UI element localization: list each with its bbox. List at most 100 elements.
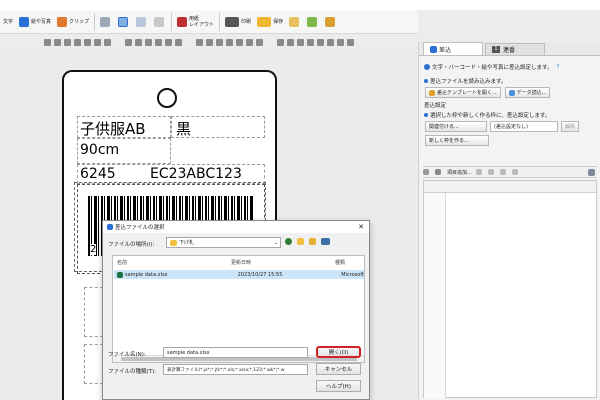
size-text: 90cm — [80, 142, 120, 158]
align-middle-icon[interactable] — [165, 38, 172, 46]
fit-icon[interactable] — [297, 38, 304, 46]
col-date-header[interactable]: 更新日時 — [231, 259, 251, 266]
frame-button[interactable] — [115, 12, 133, 32]
item-tool-icon[interactable] — [475, 169, 482, 175]
snap-icon[interactable] — [317, 38, 324, 46]
print-button[interactable]: 印刷 — [222, 12, 254, 32]
load-file-text: 差込ファイルを読み込みます。 — [430, 79, 507, 85]
new-folder-icon[interactable] — [309, 238, 316, 245]
new-frame-row: 新しく枠を作る... — [419, 135, 600, 146]
location-dropdown[interactable]: 下げ札 ⌄ — [166, 237, 281, 248]
back-icon[interactable] — [226, 38, 233, 46]
layout-button[interactable]: 用紙 レイアウト — [174, 12, 217, 32]
bullet-icon — [424, 79, 428, 83]
add-item-icon[interactable] — [435, 169, 441, 175]
load-buttons: 差込テンプレートを開く... データ読込... — [419, 87, 600, 98]
align-bottom-icon[interactable] — [175, 38, 182, 46]
grid-button[interactable] — [97, 12, 115, 32]
open-button[interactable]: 開く(O) — [316, 346, 361, 358]
guide-icon[interactable] — [337, 38, 344, 46]
new-frame-button[interactable]: 新しく枠を作る... — [425, 135, 489, 146]
filename-input[interactable]: sample data.xlsx — [163, 347, 308, 358]
load-data-button[interactable]: データ読込... — [504, 87, 551, 98]
save-button[interactable]: 保存 — [254, 12, 286, 32]
view-menu-icon[interactable] — [321, 238, 330, 245]
filename-value: sample data.xlsx — [167, 349, 210, 356]
data-grid[interactable] — [423, 180, 597, 398]
release-button[interactable]: 解除 — [561, 121, 580, 132]
undo-item-icon[interactable] — [423, 169, 429, 175]
tab-merge[interactable]: 差込 — [423, 42, 483, 55]
rotate-icon[interactable] — [236, 38, 243, 46]
cancel-button[interactable]: キャンセル — [316, 363, 361, 375]
properties-icon[interactable] — [347, 38, 354, 46]
flip-icon[interactable] — [246, 38, 253, 46]
new-frame-label: 新しく枠を作る... — [429, 138, 469, 144]
settings-button[interactable] — [322, 12, 340, 32]
associate-button[interactable]: 関連付ける... — [425, 121, 487, 132]
copy-icon[interactable] — [74, 38, 81, 46]
merge-setting-value: (差込設定なし) — [494, 124, 528, 130]
cut-icon[interactable] — [64, 38, 71, 46]
item-tool-icon[interactable] — [511, 169, 518, 175]
settings-header: 差込設定 — [424, 103, 447, 109]
share-button[interactable] — [304, 12, 322, 32]
filetype-dropdown[interactable]: 表計算ファイル(*.js*;*.jfc*;*.xls;*.xlsx;*.123;… — [163, 364, 308, 375]
delete-icon[interactable] — [94, 38, 101, 46]
redo-icon[interactable] — [54, 38, 61, 46]
layout-label: 用紙 レイアウト — [189, 15, 215, 28]
grid-view-icon[interactable] — [588, 168, 595, 176]
filetype-label: ファイルの種類(T): — [108, 369, 157, 375]
associate-label: 関連付ける... — [429, 124, 459, 130]
open-template-button[interactable]: 差込テンプレートを開く... — [425, 87, 501, 98]
filename-label: ファイル名(N): — [108, 352, 146, 358]
export-button[interactable] — [286, 12, 304, 32]
item-tool-icon[interactable] — [499, 169, 506, 175]
front-icon[interactable] — [216, 38, 223, 46]
lines-button[interactable] — [151, 12, 169, 32]
close-icon[interactable]: ✕ — [358, 223, 364, 231]
zoom-out-icon[interactable] — [287, 38, 294, 46]
align-center-icon[interactable] — [135, 38, 142, 46]
zoom-in-icon[interactable] — [277, 38, 284, 46]
text-tool-button[interactable]: 文字 — [0, 12, 16, 32]
back-icon[interactable] — [285, 238, 292, 245]
product-text: 子供服AB — [80, 120, 146, 138]
save-label: 保存 — [273, 19, 284, 25]
chevron-down-icon: ⌄ — [273, 239, 278, 246]
grid-toggle-icon[interactable] — [307, 38, 314, 46]
lock-icon[interactable] — [256, 38, 263, 46]
col-type-header[interactable]: 種類 — [335, 259, 345, 266]
ruler-icon[interactable] — [327, 38, 334, 46]
grid-rownum-column — [424, 193, 446, 398]
print-label: 印刷 — [241, 19, 252, 25]
align-left-icon[interactable] — [125, 38, 132, 46]
help-button[interactable]: ヘルプ(H) — [316, 380, 361, 392]
add-item-button[interactable]: 項目追加... — [447, 169, 472, 176]
filetype-value: 表計算ファイル(*.js*;*.jfc*;*.xls;*.xlsx;*.123;… — [167, 367, 285, 373]
merge-setting-dropdown[interactable]: (差込設定なし) — [490, 121, 558, 132]
draw-icon[interactable] — [104, 38, 111, 46]
help-icon[interactable]: ? — [556, 64, 559, 70]
col-name-header[interactable]: 名前 — [117, 259, 127, 266]
text-tool-label: 文字 — [3, 19, 14, 25]
tab-serial[interactable]: 1 連番 — [485, 43, 545, 55]
align-right-icon[interactable] — [145, 38, 152, 46]
folder-icon — [257, 16, 272, 27]
file-row[interactable]: sample data.xlsx 2023/10/27 15:55 Micros… — [114, 270, 364, 279]
undo-icon[interactable] — [44, 38, 51, 46]
table-icon — [136, 16, 147, 27]
image-tool-button[interactable]: 絵や写真 — [16, 12, 54, 32]
dialog-title-bar: 差込ファイルの選択 ✕ — [103, 221, 369, 233]
dialog-title: 差込ファイルの選択 — [115, 225, 165, 231]
ungroup-icon[interactable] — [206, 38, 213, 46]
item-tool-icon[interactable] — [487, 169, 494, 175]
cancel-button-label: キャンセル — [324, 367, 353, 373]
align-top-icon[interactable] — [155, 38, 162, 46]
table-button[interactable] — [133, 12, 151, 32]
code2-text: EC23ABC123 — [150, 166, 242, 182]
up-folder-icon[interactable] — [297, 238, 304, 245]
paste-icon[interactable] — [84, 38, 91, 46]
clip-tool-button[interactable]: クリップ — [54, 12, 92, 32]
group-icon[interactable] — [196, 38, 203, 46]
